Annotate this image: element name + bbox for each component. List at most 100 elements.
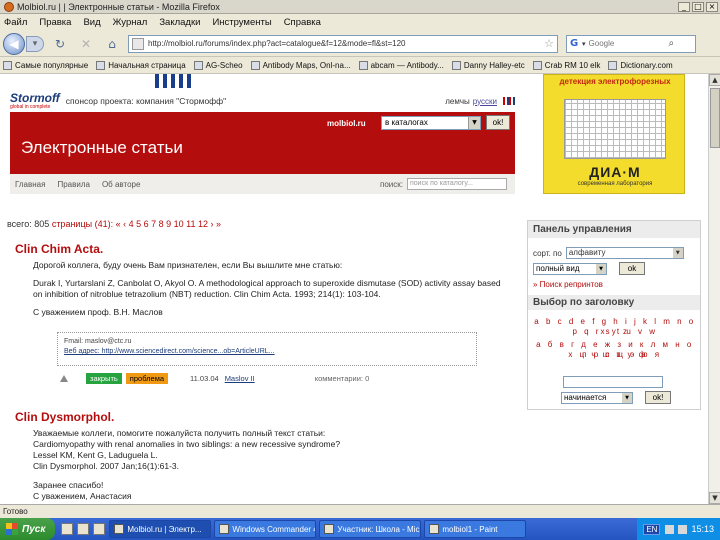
stop-icon[interactable]: ✕ [76,34,96,54]
menu-help[interactable]: Справка [284,17,321,28]
panel-title: Панель управления [528,221,700,238]
bookmark-item[interactable]: Danny Halley-etc [451,60,525,70]
article-title[interactable]: Clin Dysmorphol. [15,410,114,424]
task-paint[interactable]: molbiol1 - Paint [424,520,527,538]
minimize-button[interactable]: _ [678,1,690,12]
pagination: всего: 805 страницы (41): « ‹ 4 5 6 7 8 … [7,219,221,229]
article-paragraph: Cardiomyopathy with renal anomalies in t… [33,439,341,449]
site-search-input[interactable]: поиск по каталогу... [407,178,507,190]
problem-button[interactable]: проблема [125,372,169,384]
home-icon[interactable]: ⌂ [102,34,122,54]
title-search-ok-button[interactable]: ok! [645,391,671,404]
url-text[interactable]: http://molbiol.ru/forums/index.php?act=c… [148,39,544,48]
language-link[interactable]: русски [473,97,497,106]
bookmark-item[interactable]: Самые популярные [3,60,89,70]
bookmark-item[interactable]: Antibody Maps, Onl-na... [250,60,351,70]
chevron-down-icon[interactable]: ▼ [596,263,606,274]
forward-dropdown-button[interactable]: ▾ [26,35,44,52]
catalog-ok-button[interactable]: ok! [486,115,510,130]
bookmark-star-icon[interactable]: ☆ [544,37,554,50]
scroll-down-icon[interactable]: ▼ [709,492,720,504]
close-request-button[interactable]: закрыть [86,372,122,384]
search-mode-select[interactable]: начинается ▼ [561,391,633,404]
network-icon[interactable] [665,524,675,534]
address-bar[interactable]: http://molbiol.ru/forums/index.php?act=c… [128,34,558,53]
vertical-scrollbar[interactable]: ▲ ▼ [708,74,720,504]
maximize-button[interactable]: □ [692,1,704,12]
sort-select[interactable]: алфавиту ▼ [565,247,684,259]
title-search-input[interactable] [563,376,663,388]
page-links[interactable]: страницы (41): « ‹ 4 5 6 7 8 9 10 11 12 … [52,219,221,229]
search-icon[interactable]: ⌕ [669,38,675,49]
bookmark-item[interactable]: Dictionary.com [608,60,673,70]
ie-icon[interactable] [61,523,74,535]
article-citation: Durak I, Yurtarslani Z, Canbolat O, Akyo… [33,278,501,299]
nav-link-rules[interactable]: Правила [57,180,89,189]
menu-tools[interactable]: Инструменты [212,17,271,28]
top-banner[interactable] [155,74,195,88]
bookmark-label: Danny Halley-etc [463,60,525,70]
bookmark-item[interactable]: Crab RM 10 elk [532,60,601,70]
clock: 15:13 [691,524,714,534]
comments-link[interactable]: комментарии: 0 [315,374,370,383]
signature-box: Fmail: maslov@ctc.ru Веб адрес: http://w… [57,332,477,366]
catalog-select[interactable]: в каталогах ▼ [381,116,481,130]
reload-icon[interactable]: ↻ [50,34,70,54]
author-link[interactable]: Maslov II [225,374,255,383]
cyrillic-letters-cont[interactable]: х ц ч ш щ э ю я [533,350,697,360]
close-button[interactable]: × [706,1,718,12]
search-input[interactable] [588,39,669,48]
start-button[interactable]: Пуск [0,518,56,540]
page-header: molbiol.ru в каталогах ▼ ok! Электронные… [10,112,515,174]
menu-file[interactable]: Файл [4,17,27,28]
chevron-down-icon[interactable]: ▼ [468,117,480,129]
task-commander[interactable]: Windows Commander 4... [214,520,317,538]
advertisement-banner[interactable]: детекция электрофорезных ДИА·М современн… [543,74,685,194]
bookmark-icon [358,60,368,70]
bookmark-label: Crab RM 10 elk [544,60,601,70]
article-date: 11.03.04 [190,373,219,383]
nav-link-about[interactable]: Об авторе [102,180,140,189]
view-select[interactable]: полный вид ▼ [533,262,607,275]
latin-letters-cont[interactable]: x y z [533,327,697,337]
task-participant[interactable]: Участник: Школа - Mic... [319,520,422,538]
stormoff-logo[interactable]: Stormoff global in complete [10,92,60,110]
task-firefox[interactable]: Molbiol.ru | Электр... [109,520,212,538]
view-ok-button[interactable]: ok [619,262,645,275]
chevron-down-icon[interactable]: ▼ [622,392,632,403]
bookmark-item[interactable]: Начальная страница [96,60,186,70]
view-select-value: полный вид [536,263,580,273]
reprint-search-link[interactable]: » Поиск репринтов [533,280,603,289]
menu-history[interactable]: Журнал [113,17,148,28]
control-panel: Панель управления сорт. по алфавиту ▼ по… [527,220,701,410]
back-button[interactable]: ◀ [3,32,25,55]
scroll-thumb[interactable] [710,88,720,148]
bookmark-item[interactable]: abcam — Antibody... [358,60,444,70]
menu-edit[interactable]: Правка [39,17,71,28]
desktop-icon[interactable] [93,523,106,535]
page-content: детекция электрофорезных ДИА·М современн… [0,74,708,504]
bookmark-item[interactable]: AG-Scheo [193,60,243,70]
google-icon[interactable]: G [570,38,582,50]
outlook-icon[interactable] [77,523,90,535]
firefox-icon [114,524,125,534]
menu-view[interactable]: Вид [83,17,100,28]
search-bar[interactable]: G ▾ ⌕ [566,34,696,53]
bookmark-label: AG-Scheo [205,60,243,70]
signature-link[interactable]: Веб адрес: http://www.sciencedirect.com/… [64,347,470,357]
sponsor-text: спонсор проекта: компания "Стормофф" [65,96,227,106]
article-title[interactable]: Clin Chim Acta. [15,242,103,256]
navigation-toolbar: ◀ ▾ ↻ ✕ ⌂ http://molbiol.ru/forums/index… [0,31,720,57]
bookmark-label: Самые популярные [15,60,89,70]
volume-icon[interactable] [678,524,688,534]
signature-email[interactable]: Fmail: maslov@ctc.ru [64,337,470,347]
scroll-up-icon[interactable]: ▲ [709,74,720,86]
sponsor-row: Stormoff global in complete спонсор прое… [10,90,515,112]
chevron-down-icon[interactable]: ▼ [672,248,683,258]
nav-link-home[interactable]: Главная [15,180,45,189]
menu-bookmarks[interactable]: Закладки [159,17,200,28]
article-paragraph: С уважением, Анастасия [33,491,132,501]
keyboard-language[interactable]: EN [643,523,661,535]
chevron-down-icon[interactable]: ▾ [582,40,586,48]
uk-flag-icon[interactable] [503,97,515,105]
